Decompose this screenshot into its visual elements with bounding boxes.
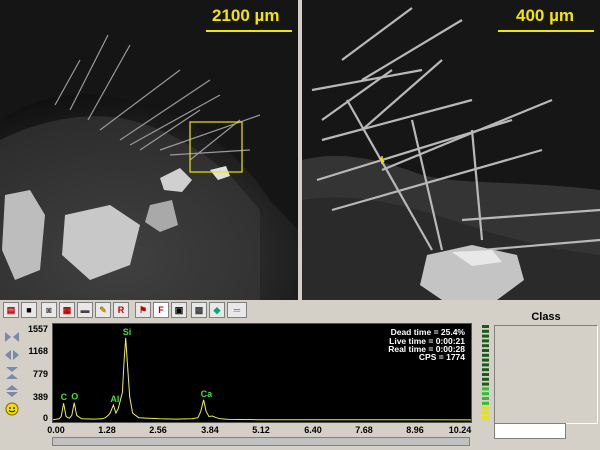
- palette-icon[interactable]: ◆: [209, 302, 225, 318]
- meter-segment: [482, 406, 489, 410]
- element-label: Ca: [201, 389, 213, 399]
- spectrum-scrollbar[interactable]: [52, 437, 470, 446]
- meter-svg: [482, 325, 489, 420]
- scale-bar: [206, 30, 292, 32]
- y-tick-label: 0: [42, 413, 48, 423]
- sem-image-zoom[interactable]: 400 µm: [302, 0, 600, 300]
- element-label: C: [61, 392, 68, 402]
- x-tick-label: 7.68: [355, 425, 373, 435]
- y-tick-label: 1557: [27, 324, 48, 334]
- ruler-icon[interactable]: ═: [227, 302, 247, 318]
- y-tick-label: 1168: [28, 346, 48, 356]
- x-tick-label: 2.56: [149, 425, 167, 435]
- y-tick-label: 389: [32, 392, 48, 402]
- class-list[interactable]: [494, 325, 598, 424]
- meter-segment: [482, 387, 489, 391]
- export-icon[interactable]: ✎: [95, 302, 111, 318]
- x-tick-label: 6.40: [304, 425, 322, 435]
- meter-segment: [482, 339, 489, 343]
- x-tick-label: 1.28: [98, 425, 116, 435]
- meter-segment: [482, 353, 489, 357]
- y-tick-label: 779: [32, 369, 48, 379]
- zoom-out-y-icon[interactable]: [3, 384, 21, 398]
- flag-icon[interactable]: ⚑: [135, 302, 151, 318]
- class-input[interactable]: [494, 423, 566, 439]
- camera-icon[interactable]: ◙: [41, 302, 57, 318]
- meter-segment: [482, 368, 489, 372]
- signal-meter: [482, 325, 490, 422]
- class-title: Class: [531, 311, 561, 323]
- meter-segment: [482, 358, 489, 362]
- class-panel: Class: [494, 311, 598, 424]
- x-tick-label: 0.00: [47, 425, 65, 435]
- meter-segment: [482, 416, 489, 420]
- meter-segment: [482, 411, 489, 415]
- save-icon[interactable]: ■: [21, 302, 37, 318]
- meter-segment: [482, 373, 489, 376]
- zoom-in-y-icon[interactable]: [3, 366, 21, 380]
- print-preview-icon[interactable]: ▦: [59, 302, 75, 318]
- meter-segment: [482, 334, 489, 338]
- spectrum-plot[interactable]: C O Al Si Ca Dead time = 25.4% Live time = 0…: [52, 323, 472, 423]
- open-folder-icon[interactable]: ▤: [3, 302, 19, 318]
- meter-segment: [482, 349, 489, 352]
- x-tick-label: 5.12: [252, 425, 270, 435]
- meter-segment: [482, 401, 489, 405]
- sem-zoom-graphic: [302, 0, 600, 300]
- x-tick-label: 8.96: [406, 425, 424, 435]
- zoom-in-x-icon[interactable]: [3, 330, 21, 344]
- grid-icon[interactable]: ▩: [191, 302, 207, 318]
- report-icon[interactable]: R: [113, 302, 129, 318]
- meter-segment: [482, 329, 489, 333]
- printer-icon[interactable]: ▬: [77, 302, 93, 318]
- zoom-out-x-icon[interactable]: [3, 348, 21, 362]
- x-tick-label: 10.24: [448, 425, 472, 435]
- scale-label: 2100 µm: [212, 6, 280, 25]
- meter-segment: [482, 363, 489, 367]
- element-label: Al: [110, 394, 119, 404]
- sem-overview-graphic: [0, 0, 298, 300]
- smiley-icon[interactable]: [3, 402, 21, 416]
- cps-readout: CPS = 1774: [418, 352, 465, 362]
- element-label: Si: [123, 327, 132, 337]
- meter-segment: [482, 382, 489, 386]
- meter-segment: [482, 397, 489, 400]
- meter-segment: [482, 344, 489, 348]
- stop-icon[interactable]: ▣: [171, 302, 187, 318]
- scale-label: 400 µm: [516, 6, 574, 25]
- meter-segment: [482, 377, 489, 381]
- meter-segment: [482, 325, 489, 328]
- f-icon[interactable]: F: [153, 302, 169, 318]
- scale-bar: [498, 30, 594, 32]
- meter-segment: [482, 392, 489, 396]
- x-tick-label: 3.84: [201, 425, 219, 435]
- element-label: O: [71, 392, 78, 402]
- sem-image-overview[interactable]: 2100 µm: [0, 0, 298, 300]
